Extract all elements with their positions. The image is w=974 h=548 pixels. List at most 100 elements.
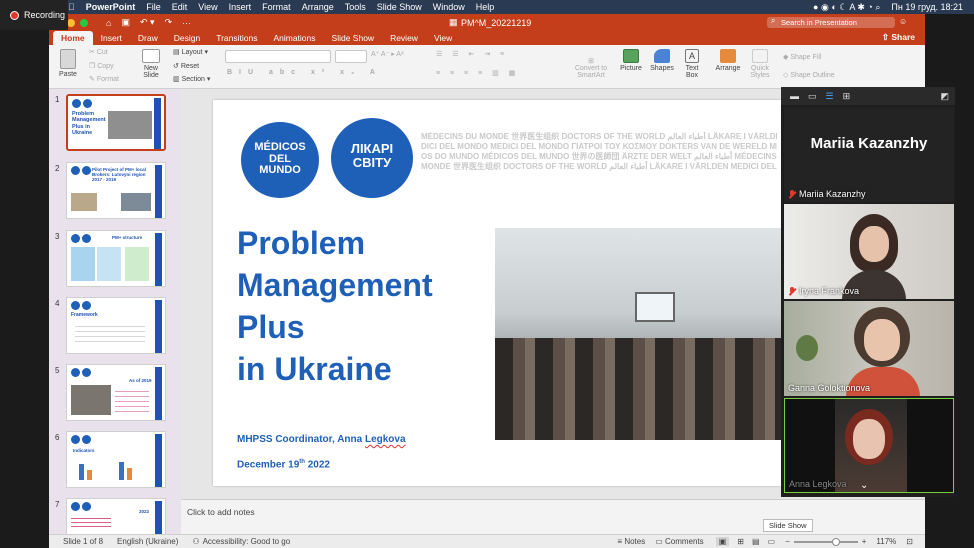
slide-title[interactable]: Problem Management Plus in Ukraine <box>237 222 433 390</box>
slide-1[interactable]: MÉDICOS DEL MUNDO ЛІКАРІ СВІТУ MÉDECINS … <box>213 100 781 486</box>
paste-button[interactable]: Paste <box>55 49 81 78</box>
slide-thumbnail-3[interactable]: PM+ structure <box>66 230 166 287</box>
strip-view-icon[interactable]: ☰ <box>826 91 834 102</box>
status-icons[interactable]: ● ◉ ◐ ☾ A ✱ ◔ ⌕ <box>813 2 880 13</box>
menu-slideshow[interactable]: Slide Show <box>377 2 422 12</box>
quick-styles-button[interactable]: Quick Styles <box>747 49 773 79</box>
accessibility-status[interactable]: Accessibility: Good to go <box>203 537 291 546</box>
menu-app[interactable]: PowerPoint <box>86 2 136 12</box>
menu-edit[interactable]: Edit <box>172 2 188 12</box>
zoom-in-icon[interactable]: + <box>862 537 867 546</box>
menu-insert[interactable]: Insert <box>229 2 252 12</box>
undo-icon[interactable]: ↶ ▾ <box>140 17 155 28</box>
language-status[interactable]: English (Ukraine) <box>117 537 178 546</box>
slide-thumbnail-5[interactable]: As of 2019 <box>66 364 166 421</box>
notifications-icon[interactable]: ☺ <box>899 17 907 26</box>
font-size-buttons[interactable]: A⁺ A⁻ ▸ Aᵃ <box>371 50 404 58</box>
section-button[interactable]: ▥ Section ▾ <box>173 75 210 83</box>
zoom-window-icon[interactable] <box>80 18 88 27</box>
thumb-number: 6 <box>55 433 60 442</box>
participant-tile-1[interactable]: Mariia Kazanzhy Mariia Kazanzhy <box>784 107 954 202</box>
share-button[interactable]: ⇧ Share <box>872 30 925 45</box>
chevron-down-icon[interactable]: ⌄ <box>860 480 868 491</box>
speaker-view-icon[interactable]: ▭ <box>808 91 817 102</box>
fit-slide-icon[interactable]: ⊡ <box>906 537 913 546</box>
apple-icon[interactable]:  <box>68 2 75 12</box>
reset-button[interactable]: ↺ Reset <box>173 62 199 70</box>
slide-thumbnail-1[interactable]: Problem Management Plus in Ukraine <box>66 94 166 151</box>
new-slide-button[interactable]: New Slide <box>137 49 165 79</box>
arrange-button[interactable]: Arrange <box>713 49 743 72</box>
shape-fill-button[interactable]: ◆ Shape Fill <box>783 53 821 61</box>
zoom-out-icon[interactable]: − <box>785 537 790 546</box>
zoom-level[interactable]: 117% <box>876 537 896 546</box>
share-icon: ⇧ <box>881 32 892 42</box>
tab-insert[interactable]: Insert <box>93 31 130 45</box>
thumb-logo <box>83 99 92 108</box>
home-icon[interactable]: ⌂ <box>106 18 111 28</box>
search-input[interactable]: Search in Presentation <box>767 17 895 28</box>
tab-view[interactable]: View <box>426 31 460 45</box>
thumb-bar <box>155 434 162 487</box>
menu-window[interactable]: Window <box>433 2 465 12</box>
convert-smartart-button[interactable]: ⊞ Convert to SmartArt <box>569 57 613 79</box>
shape-outline-button[interactable]: ◇ Shape Outline <box>783 71 835 79</box>
font-size-select[interactable] <box>335 50 367 63</box>
coordinator-line[interactable]: MHPSS Coordinator, Anna Legkova <box>237 434 406 445</box>
tab-draw[interactable]: Draw <box>130 31 166 45</box>
slide-thumbnail-7[interactable]: 2022 <box>66 498 166 534</box>
tab-slide-show[interactable]: Slide Show <box>324 31 383 45</box>
participant-tile-3[interactable]: Ganna Goloktionova <box>784 301 954 396</box>
menu-file[interactable]: File <box>146 2 161 12</box>
comments-toggle[interactable]: ▭ Comments <box>655 537 703 546</box>
pop-out-icon[interactable]: ◩ <box>940 91 949 102</box>
menu-tools[interactable]: Tools <box>345 2 366 12</box>
date-line[interactable]: December 19th 2022 <box>237 459 330 470</box>
minimize-view-icon[interactable]: ▬ <box>790 91 799 101</box>
align-buttons[interactable]: ≡ ≡ ≡ ≡ ▥ ▦ <box>436 69 519 77</box>
redo-icon[interactable]: ↷ <box>165 17 173 28</box>
video-face <box>853 419 885 459</box>
reading-view-icon[interactable]: ▤ <box>752 537 760 546</box>
font-family-select[interactable] <box>225 50 331 63</box>
normal-view-icon[interactable]: ▣ <box>715 537 730 546</box>
tab-home[interactable]: Home <box>53 31 93 45</box>
copy-button[interactable]: ❐ Copy <box>89 62 114 70</box>
font-style-buttons[interactable]: BIU abc x² x₂ A <box>227 69 382 76</box>
tab-animations[interactable]: Animations <box>265 31 323 45</box>
thumb-logo <box>82 301 91 310</box>
minimize-window-icon[interactable] <box>67 18 75 27</box>
gallery-view-icon[interactable]: ⊞ <box>843 91 851 102</box>
format-painter-button[interactable]: ✎ Format <box>89 75 119 83</box>
save-icon[interactable]: ▣ <box>121 17 130 28</box>
menu-view[interactable]: View <box>198 2 217 12</box>
slideshow-view-icon[interactable]: ▭ <box>768 537 776 546</box>
participant-tile-2[interactable]: Iryna Frankova <box>784 204 954 299</box>
window-title: PM^M_20221219 <box>461 17 532 28</box>
menubar-clock[interactable]: Пн 19 груд. 18:21 <box>891 2 963 12</box>
menu-arrange[interactable]: Arrange <box>302 2 334 12</box>
menu-help[interactable]: Help <box>476 2 495 12</box>
menu-format[interactable]: Format <box>262 2 291 12</box>
picture-button[interactable]: Picture <box>619 49 643 72</box>
more-icon[interactable]: ··· <box>182 18 191 28</box>
slide-sorter-icon[interactable]: ⊞ <box>737 537 744 546</box>
layout-button[interactable]: ▤ Layout ▾ <box>173 48 208 56</box>
list-buttons[interactable]: ☰ ☰ ⇤ ⇥ ≡ <box>436 50 508 58</box>
slide-thumbnail-4[interactable]: Framework <box>66 297 166 354</box>
shapes-button[interactable]: Shapes <box>649 49 675 72</box>
thumb-logo <box>82 368 91 377</box>
video-plant <box>796 335 818 361</box>
cut-button[interactable]: ✂ Cut <box>89 48 108 56</box>
tab-transitions[interactable]: Transitions <box>208 31 265 45</box>
notes-toggle[interactable]: ≡ Notes <box>617 537 645 546</box>
text-box-button[interactable]: A Text Box <box>681 49 703 79</box>
tab-review[interactable]: Review <box>382 31 426 45</box>
slide-thumbnail-6[interactable]: Indicators <box>66 431 166 488</box>
zoom-slider-thumb[interactable] <box>831 537 840 546</box>
tab-design[interactable]: Design <box>166 31 208 45</box>
participant-tile-4[interactable]: Anna Legkova <box>784 398 954 493</box>
zoom-slider[interactable] <box>793 537 858 546</box>
notes-pane[interactable]: Click to add notes <box>181 499 925 534</box>
slide-thumbnail-2[interactable]: Pilot Project of PM+ local Brokers: Luto… <box>66 162 166 219</box>
